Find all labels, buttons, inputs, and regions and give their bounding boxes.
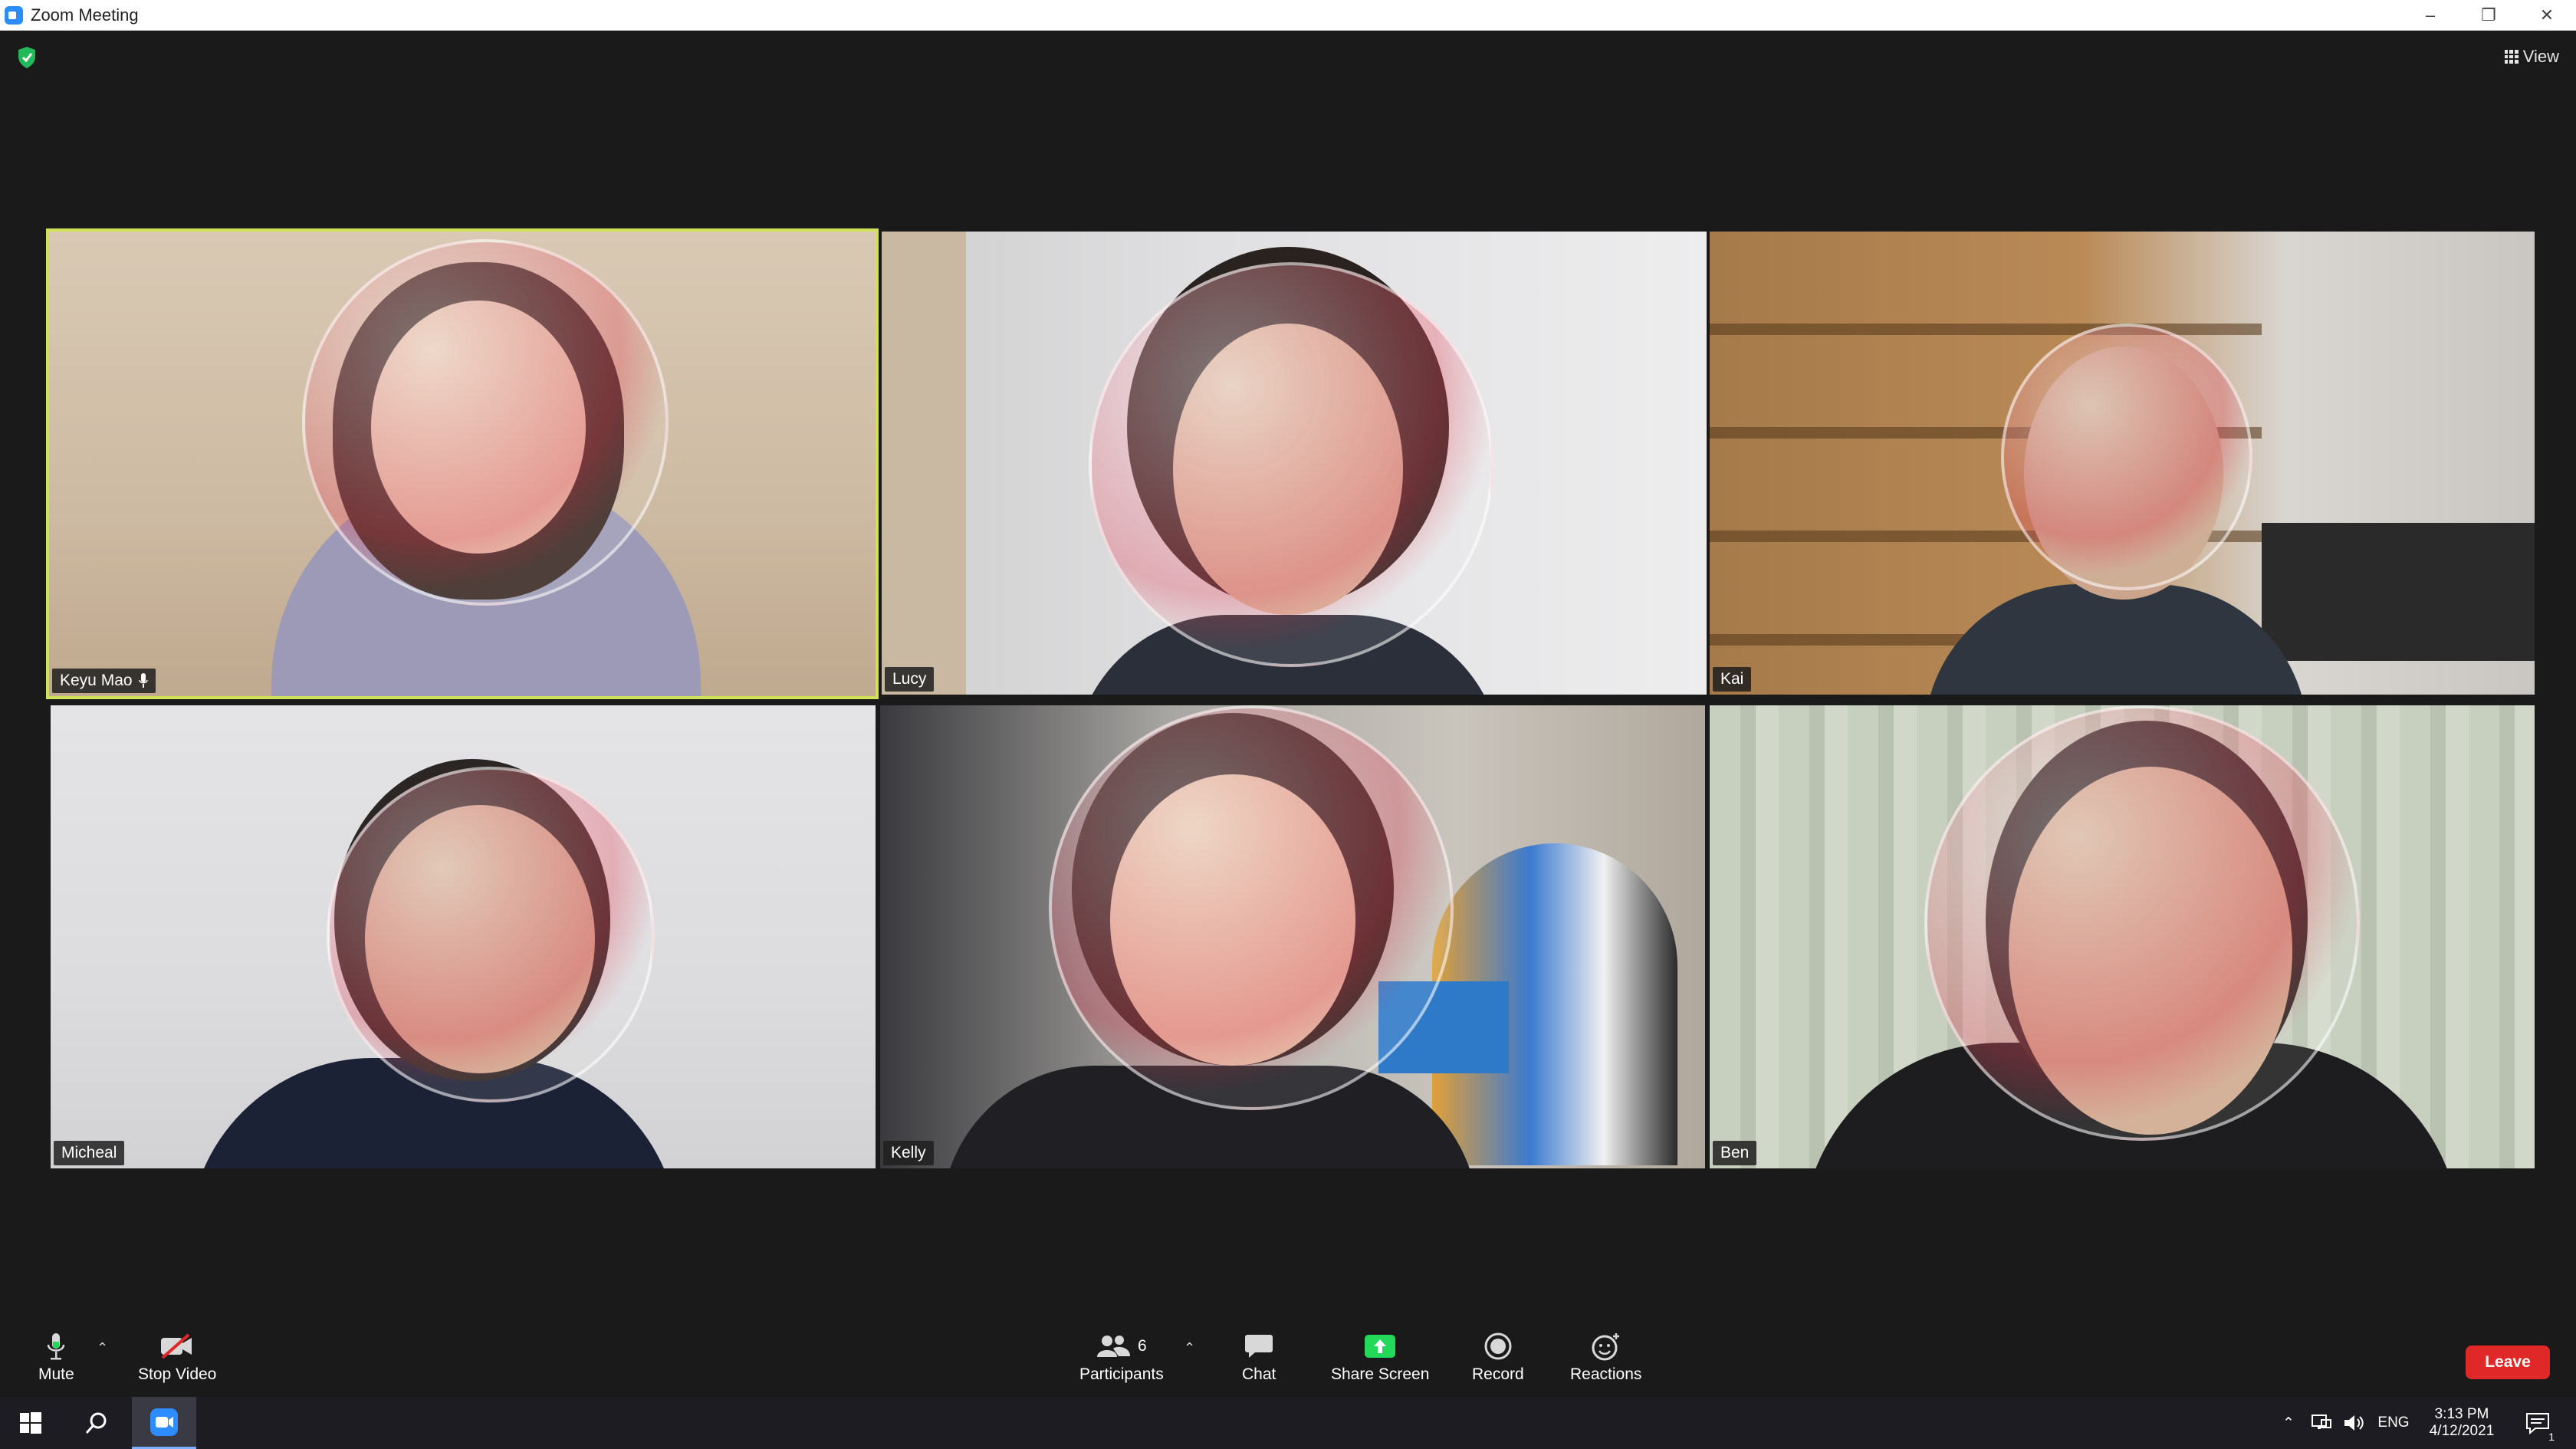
chat-icon bbox=[1245, 1335, 1273, 1358]
participant-name-tag: Kelly bbox=[883, 1141, 934, 1165]
notification-count-badge: 1 bbox=[2548, 1431, 2555, 1443]
participant-name-tag: Lucy bbox=[885, 667, 935, 692]
video-tile-kai[interactable]: Kai bbox=[1710, 232, 2535, 695]
mute-label: Mute bbox=[38, 1365, 74, 1383]
meeting-toolbar bbox=[0, 1303, 2576, 1397]
participant-name: Keyu Mao bbox=[60, 672, 133, 689]
participant-name-tag: Micheal bbox=[54, 1141, 125, 1165]
view-button[interactable]: View bbox=[2504, 44, 2559, 69]
speaker-icon bbox=[2344, 1415, 2364, 1431]
window-title: Zoom Meeting bbox=[31, 5, 139, 25]
grid-view-icon bbox=[2504, 50, 2518, 64]
participant-name: Kai bbox=[1720, 670, 1744, 688]
record-label: Record bbox=[1472, 1365, 1524, 1383]
microphone-icon bbox=[48, 1333, 65, 1360]
reactions-label: Reactions bbox=[1570, 1365, 1642, 1383]
participant-name: Micheal bbox=[61, 1144, 117, 1162]
language-indicator[interactable]: ENG bbox=[2372, 1397, 2415, 1449]
video-tile-lucy[interactable]: Lucy bbox=[882, 232, 1707, 695]
zoom-app-icon bbox=[150, 1408, 178, 1436]
network-icon[interactable] bbox=[2308, 1397, 2335, 1449]
record-button[interactable]: Record bbox=[1472, 1330, 1524, 1384]
search-button[interactable] bbox=[66, 1397, 127, 1449]
participant-name: Lucy bbox=[892, 670, 927, 688]
participants-icon bbox=[1097, 1336, 1131, 1357]
video-tile-keyu-mao[interactable]: Keyu Mao bbox=[46, 228, 879, 699]
zoom-app-icon bbox=[5, 6, 23, 25]
participants-count: 6 bbox=[1138, 1337, 1147, 1355]
mic-icon bbox=[138, 673, 148, 688]
participant-name-tag: Kai bbox=[1713, 667, 1752, 692]
show-hidden-icons-button[interactable]: ⌃ bbox=[2277, 1397, 2300, 1449]
clock-date: 4/12/2021 bbox=[2429, 1423, 2495, 1439]
notification-icon bbox=[2526, 1413, 2549, 1434]
volume-button[interactable] bbox=[2340, 1397, 2367, 1449]
taskbar-zoom-app[interactable] bbox=[132, 1397, 196, 1449]
chevron-up-icon: ⌃ bbox=[2282, 1414, 2295, 1431]
close-button[interactable]: ✕ bbox=[2518, 0, 2576, 31]
participants-options-caret[interactable]: ⌃ bbox=[1184, 1340, 1195, 1356]
participant-name: Kelly bbox=[891, 1144, 926, 1162]
audio-options-caret[interactable]: ⌃ bbox=[97, 1340, 108, 1356]
chat-button[interactable]: Chat bbox=[1242, 1330, 1276, 1384]
start-button[interactable] bbox=[0, 1397, 61, 1449]
clock-time: 3:13 PM bbox=[2434, 1406, 2489, 1422]
windows-taskbar bbox=[0, 1397, 2576, 1449]
windows-logo-icon bbox=[20, 1412, 41, 1434]
minimize-button[interactable]: – bbox=[2401, 0, 2459, 31]
title-bar: Zoom Meeting – ❐ ✕ bbox=[0, 0, 2576, 31]
reactions-button[interactable]: Reactions bbox=[1570, 1330, 1641, 1384]
share-screen-label: Share Screen bbox=[1331, 1365, 1430, 1383]
video-tile-ben[interactable]: Ben bbox=[1710, 705, 2535, 1168]
restore-button[interactable]: ❐ bbox=[2459, 0, 2518, 31]
search-icon bbox=[85, 1412, 107, 1434]
video-tile-micheal[interactable]: Micheal bbox=[51, 705, 876, 1168]
participants-label: Participants bbox=[1079, 1365, 1164, 1383]
video-tile-kelly[interactable]: Kelly bbox=[880, 705, 1705, 1168]
participants-button[interactable]: 6 Participants bbox=[1079, 1330, 1164, 1384]
share-screen-icon bbox=[1365, 1335, 1396, 1358]
participant-name-tag: Keyu Mao bbox=[52, 669, 156, 693]
stop-video-label: Stop Video bbox=[138, 1365, 217, 1383]
share-screen-button[interactable]: Share Screen bbox=[1331, 1330, 1429, 1384]
leave-button[interactable]: Leave bbox=[2466, 1346, 2550, 1379]
security-shield-icon[interactable] bbox=[17, 46, 37, 69]
language-label: ENG bbox=[2377, 1414, 2410, 1431]
view-label: View bbox=[2522, 47, 2559, 66]
chat-label: Chat bbox=[1242, 1365, 1276, 1383]
reactions-smiley-icon bbox=[1592, 1333, 1619, 1361]
clock[interactable]: 3:13 PM 4/12/2021 bbox=[2421, 1397, 2502, 1449]
video-camera-icon bbox=[161, 1333, 192, 1359]
record-icon bbox=[1484, 1332, 1512, 1360]
participant-name: Ben bbox=[1720, 1144, 1750, 1162]
action-center-button[interactable]: 1 bbox=[2515, 1397, 2561, 1449]
mute-button[interactable]: Mute bbox=[38, 1330, 74, 1384]
participant-name-tag: Ben bbox=[1713, 1141, 1757, 1165]
network-monitor-icon bbox=[2312, 1414, 2331, 1429]
stop-video-button[interactable]: Stop Video bbox=[138, 1330, 216, 1384]
